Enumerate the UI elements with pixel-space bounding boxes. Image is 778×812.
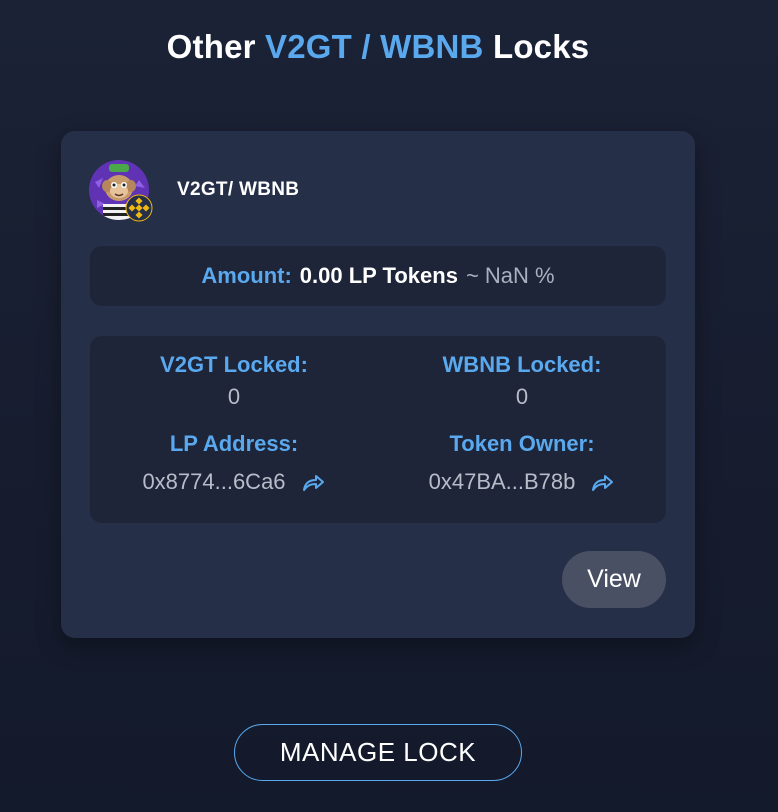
token0-locked: V2GT Locked: 0 <box>90 352 378 410</box>
title-prefix: Other <box>166 28 256 65</box>
token-owner-label: Token Owner: <box>449 431 595 456</box>
pair-header: V2GT/ WBNB <box>89 159 300 222</box>
lp-address-value: 0x8774...6Ca6 <box>142 469 286 494</box>
lock-card: V2GT/ WBNB Amount: 0.00 LP Tokens ~ NaN … <box>61 131 695 638</box>
lp-address: LP Address: 0x8774...6Ca6 <box>90 431 378 495</box>
lp-address-label: LP Address: <box>169 431 299 456</box>
token0-locked-value: 0 <box>227 384 241 409</box>
bnb-icon <box>125 194 153 222</box>
amount-value: 0.00 LP Tokens <box>299 263 458 288</box>
manage-lock-button[interactable]: MANAGE LOCK <box>234 724 522 781</box>
token-owner-row: 0x47BA...B78b <box>378 469 666 495</box>
share-arrow-icon[interactable] <box>300 469 326 495</box>
page-title: Other V2GT / WBNB Locks <box>0 28 756 66</box>
amount-percent: ~ NaN % <box>465 263 555 288</box>
lp-address-row: 0x8774...6Ca6 <box>90 469 378 495</box>
title-suffix: Locks <box>492 28 590 65</box>
token-owner: Token Owner: 0x47BA...B78b <box>378 431 666 495</box>
page: Other V2GT / WBNB Locks V2GT/ WBNB Amoun… <box>0 0 778 812</box>
lock-details: V2GT Locked: 0 WBNB Locked: 0 LP Address… <box>90 336 666 523</box>
pair-name: V2GT/ WBNB <box>177 179 300 200</box>
token0-locked-label: V2GT Locked: <box>160 352 308 377</box>
amount-label: Amount: <box>201 263 292 288</box>
amount-box: Amount: 0.00 LP Tokens ~ NaN % <box>90 246 666 306</box>
token1-locked-value: 0 <box>515 384 529 409</box>
view-button[interactable]: View <box>562 551 666 608</box>
pair-avatar <box>89 160 153 222</box>
token1-locked-label: WBNB Locked: <box>442 352 602 377</box>
token1-locked: WBNB Locked: 0 <box>378 352 666 410</box>
share-arrow-icon[interactable] <box>589 469 615 495</box>
title-pair: V2GT / WBNB <box>265 28 484 65</box>
token-owner-value: 0x47BA...B78b <box>428 469 576 494</box>
